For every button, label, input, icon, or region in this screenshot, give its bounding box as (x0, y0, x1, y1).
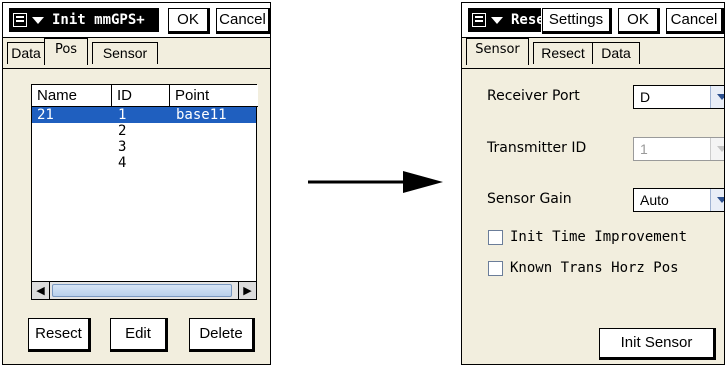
list-header: Name ID Point (32, 85, 258, 107)
dialog-body: Data Pos Sensor Name ID Point 21 1 base1… (3, 37, 270, 364)
cell-id: 4 (118, 155, 127, 171)
table-row[interactable]: 2 (32, 123, 256, 139)
column-header-id[interactable]: ID (112, 85, 170, 107)
receiver-port-select[interactable]: D (633, 85, 724, 109)
tab-data[interactable]: Data (7, 42, 45, 64)
chevron-down-icon[interactable] (710, 86, 724, 108)
window-title: Rese (508, 8, 541, 32)
start-menu-button[interactable] (468, 8, 508, 32)
windows-start-icon (13, 13, 27, 27)
chevron-down-icon (710, 138, 724, 160)
chevron-down-icon[interactable] (710, 189, 724, 211)
checkbox-box[interactable] (488, 229, 503, 245)
tab-sensor[interactable]: Sensor (92, 42, 158, 64)
sensor-gain-value: Auto (640, 192, 669, 208)
cell-id: 3 (118, 139, 127, 155)
windows-start-icon (472, 13, 486, 27)
scroll-right-icon[interactable]: ▶ (238, 282, 256, 299)
scrollbar-thumb[interactable] (52, 284, 232, 297)
right-arrow-icon (308, 171, 443, 193)
scroll-left-icon[interactable]: ◀ (32, 282, 50, 299)
receiver-port-label: Receiver Port (487, 88, 580, 104)
transmitter-id-label: Transmitter ID (487, 140, 587, 156)
cell-name: 21 (37, 107, 54, 123)
title-bar: Init mmGPS+ OK Cancel (3, 3, 270, 35)
init-sensor-button[interactable]: Init Sensor (599, 328, 716, 360)
cancel-button[interactable]: Cancel (216, 8, 270, 34)
start-menu-button[interactable] (9, 8, 49, 32)
checkbox-box[interactable] (488, 260, 503, 276)
window-title: Init mmGPS+ (49, 8, 159, 32)
cell-point: base11 (176, 107, 227, 123)
sensor-gain-label: Sensor Gain (487, 191, 572, 207)
caret-down-icon (32, 16, 44, 24)
sensor-settings-window: Rese Settings OK Cancel Sensor Resect Da… (461, 2, 725, 365)
position-list[interactable]: Name ID Point 21 1 base11 2 3 4 ◀ ▶ (31, 84, 258, 300)
transmitter-id-select: 1 (633, 137, 724, 161)
init-time-improvement-label: Init Time Improvement (510, 229, 688, 245)
cancel-button[interactable]: Cancel (666, 8, 724, 34)
known-trans-horz-pos-label: Known Trans Horz Pos (510, 260, 679, 276)
cell-id: 1 (118, 107, 127, 123)
init-mmgps-window: Init mmGPS+ OK Cancel Data Pos Sensor Na… (2, 2, 271, 365)
delete-button[interactable]: Delete (189, 318, 255, 352)
horizontal-scrollbar[interactable]: ◀ ▶ (32, 281, 256, 299)
ok-button[interactable]: OK (168, 8, 210, 34)
table-row[interactable]: 21 1 base11 (32, 107, 256, 123)
title-bar: Rese Settings OK Cancel (462, 3, 724, 35)
table-row[interactable]: 4 (32, 155, 256, 171)
column-header-point[interactable]: Point (170, 85, 258, 107)
edit-button[interactable]: Edit (110, 318, 168, 352)
tab-data[interactable]: Data (592, 42, 640, 64)
known-trans-horz-pos-checkbox[interactable]: Known Trans Horz Pos (488, 258, 679, 278)
tab-divider (3, 68, 270, 69)
tab-sensor[interactable]: Sensor (466, 38, 529, 65)
ok-button[interactable]: OK (618, 8, 660, 34)
table-row[interactable]: 3 (32, 139, 256, 155)
tab-resect[interactable]: Resect (533, 42, 593, 64)
tab-divider (462, 68, 724, 69)
init-time-improvement-checkbox[interactable]: Init Time Improvement (488, 227, 687, 247)
dialog-body: Sensor Resect Data Receiver Port D Trans… (462, 37, 724, 364)
cell-id: 2 (118, 123, 127, 139)
sensor-gain-select[interactable]: Auto (633, 188, 724, 212)
transmitter-id-value: 1 (640, 141, 648, 157)
settings-button[interactable]: Settings (542, 8, 612, 34)
caret-down-icon (491, 16, 503, 24)
receiver-port-value: D (640, 89, 651, 105)
tab-pos[interactable]: Pos (44, 38, 88, 65)
column-header-name[interactable]: Name (32, 85, 112, 107)
resect-button[interactable]: Resect (28, 318, 91, 352)
